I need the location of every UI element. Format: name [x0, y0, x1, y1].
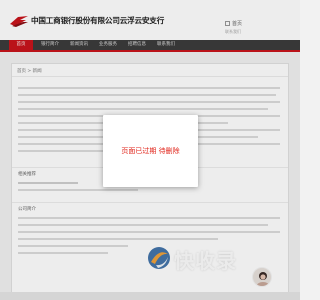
expired-dialog: 页面已过期 待删除 [103, 115, 198, 187]
expired-message: 页面已过期 待删除 [121, 147, 180, 155]
page: 中国工商银行股份有限公司云浮云安支行 首页 联系我们 首页 银行简介 新闻资讯 … [0, 0, 300, 300]
